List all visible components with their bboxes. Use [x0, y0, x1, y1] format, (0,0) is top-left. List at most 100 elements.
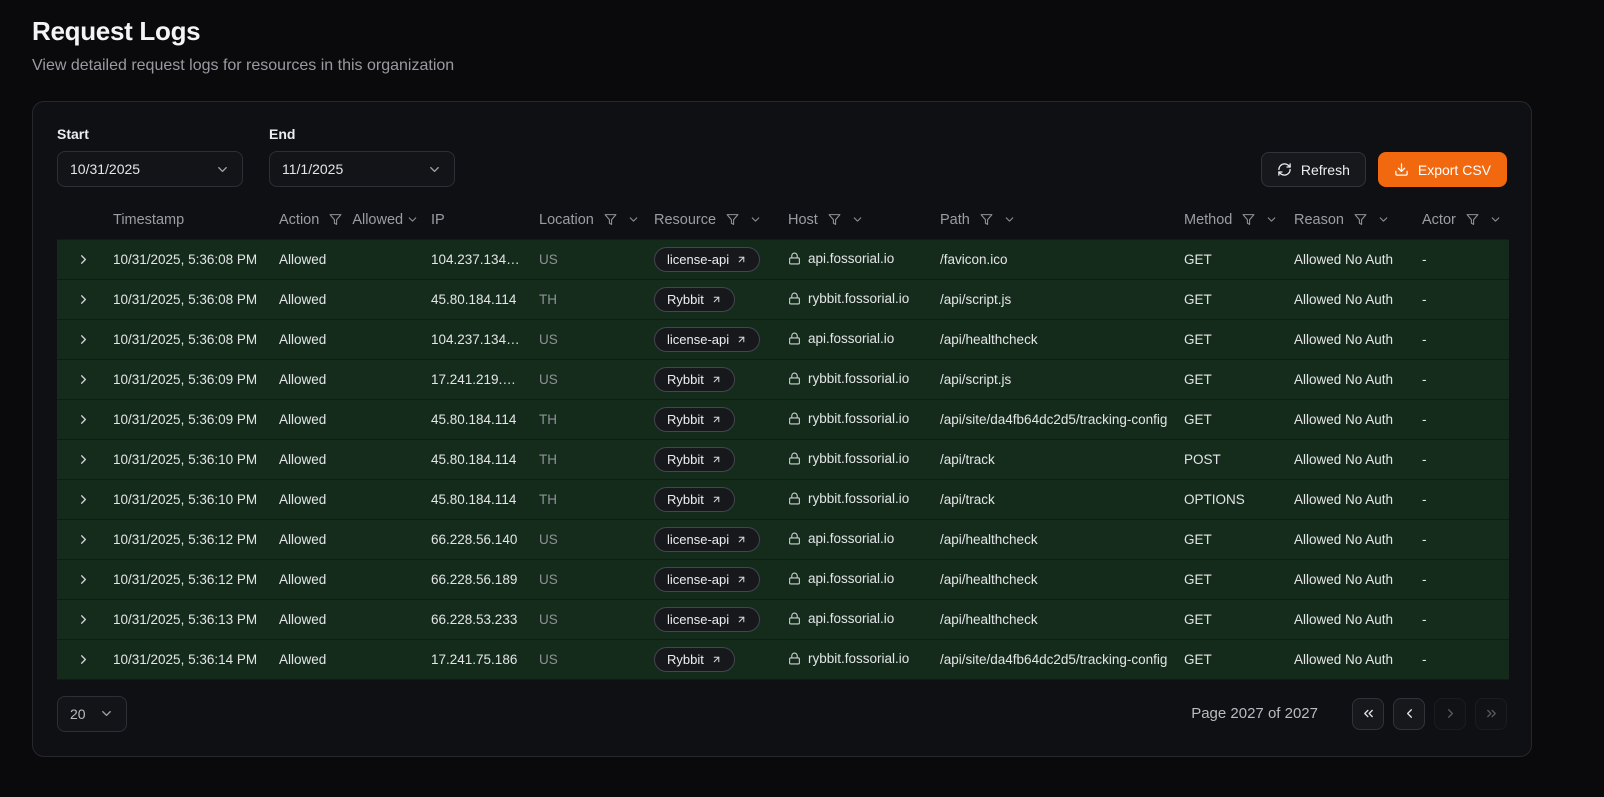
filter-icon[interactable]	[604, 213, 617, 226]
resource-badge[interactable]: Rybbit	[654, 487, 735, 512]
refresh-button-label: Refresh	[1301, 162, 1350, 178]
prev-page-button[interactable]	[1393, 698, 1425, 730]
resource-badge[interactable]: Rybbit	[654, 367, 735, 392]
chevron-down-icon[interactable]	[1265, 213, 1278, 226]
expand-row-button[interactable]	[71, 647, 95, 671]
resource-badge[interactable]: Rybbit	[654, 407, 735, 432]
table-row[interactable]: 10/31/2025, 5:36:12 PM Allowed 66.228.56…	[57, 519, 1509, 559]
ip-cell: 45.80.184.114	[423, 479, 531, 519]
resource-badge[interactable]: license-api	[654, 607, 760, 632]
timestamp-cell: 10/31/2025, 5:36:09 PM	[105, 359, 271, 399]
chevron-down-icon[interactable]	[627, 213, 640, 226]
chevron-down-icon[interactable]	[851, 213, 864, 226]
start-date-field: Start 10/31/2025	[57, 126, 243, 187]
end-date-select[interactable]: 11/1/2025	[269, 151, 455, 187]
chevron-right-icon	[76, 412, 91, 427]
host-label: rybbit.fossorial.io	[808, 651, 909, 666]
col-reason: Reason	[1286, 201, 1414, 239]
chevron-down-icon[interactable]	[749, 213, 762, 226]
refresh-button[interactable]: Refresh	[1261, 152, 1366, 187]
resource-cell: license-api	[646, 239, 780, 279]
resource-badge[interactable]: Rybbit	[654, 287, 735, 312]
filter-icon[interactable]	[329, 213, 342, 226]
ip-cell: 17.241.219.191	[423, 359, 531, 399]
resource-badge[interactable]: license-api	[654, 247, 760, 272]
host-cell: rybbit.fossorial.io	[780, 279, 932, 319]
filter-icon[interactable]	[828, 213, 841, 226]
reason-cell: Allowed No Auth	[1286, 479, 1414, 519]
col-path-label: Path	[940, 212, 970, 228]
method-cell: GET	[1176, 519, 1286, 559]
action-cell: Allowed	[271, 319, 423, 359]
filter-icon[interactable]	[1466, 213, 1479, 226]
path-cell: /api/site/da4fb64dc2d5/tracking-config	[932, 399, 1176, 439]
timestamp-cell: 10/31/2025, 5:36:10 PM	[105, 439, 271, 479]
resource-badge[interactable]: license-api	[654, 327, 760, 352]
first-page-button[interactable]	[1352, 698, 1384, 730]
timestamp-cell: 10/31/2025, 5:36:09 PM	[105, 399, 271, 439]
resource-cell: Rybbit	[646, 399, 780, 439]
resource-badge[interactable]: license-api	[654, 567, 760, 592]
col-actor-label: Actor	[1422, 212, 1456, 228]
col-timestamp: Timestamp	[105, 201, 271, 239]
filter-icon[interactable]	[980, 213, 993, 226]
resource-cell: license-api	[646, 559, 780, 599]
table-row[interactable]: 10/31/2025, 5:36:10 PM Allowed 45.80.184…	[57, 439, 1509, 479]
col-host: Host	[780, 201, 932, 239]
table-row[interactable]: 10/31/2025, 5:36:09 PM Allowed 17.241.21…	[57, 359, 1509, 399]
host-cell: api.fossorial.io	[780, 319, 932, 359]
reason-cell: Allowed No Auth	[1286, 319, 1414, 359]
table-row[interactable]: 10/31/2025, 5:36:14 PM Allowed 17.241.75…	[57, 639, 1509, 679]
expand-row-button[interactable]	[71, 327, 95, 351]
host-label: rybbit.fossorial.io	[808, 491, 909, 506]
expand-row-button[interactable]	[71, 567, 95, 591]
ip-cell: 17.241.75.186	[423, 639, 531, 679]
start-date-select[interactable]: 10/31/2025	[57, 151, 243, 187]
page-size-select[interactable]: 20	[57, 696, 127, 732]
resource-badge-label: Rybbit	[667, 452, 704, 467]
last-page-button[interactable]	[1475, 698, 1507, 730]
expand-row-button[interactable]	[71, 287, 95, 311]
col-reason-label: Reason	[1294, 212, 1344, 228]
table-row[interactable]: 10/31/2025, 5:36:08 PM Allowed 104.237.1…	[57, 319, 1509, 359]
expand-row-button[interactable]	[71, 487, 95, 511]
resource-badge[interactable]: Rybbit	[654, 447, 735, 472]
expand-row-button[interactable]	[71, 247, 95, 271]
col-method-label: Method	[1184, 212, 1232, 228]
filter-icon[interactable]	[726, 213, 739, 226]
table-header: Timestamp Action Allowed	[57, 201, 1509, 239]
table-row[interactable]: 10/31/2025, 5:36:09 PM Allowed 45.80.184…	[57, 399, 1509, 439]
expand-row-button[interactable]	[71, 447, 95, 471]
expand-row-button[interactable]	[71, 367, 95, 391]
expand-row-button[interactable]	[71, 527, 95, 551]
table-row[interactable]: 10/31/2025, 5:36:12 PM Allowed 66.228.56…	[57, 559, 1509, 599]
table-row[interactable]: 10/31/2025, 5:36:13 PM Allowed 66.228.53…	[57, 599, 1509, 639]
chevron-down-icon[interactable]	[1489, 213, 1502, 226]
action-filter-dropdown[interactable]: Allowed	[352, 212, 419, 228]
filter-icon[interactable]	[1242, 213, 1255, 226]
chevron-down-icon[interactable]	[1003, 213, 1016, 226]
table-row[interactable]: 10/31/2025, 5:36:08 PM Allowed 104.237.1…	[57, 239, 1509, 279]
next-page-button[interactable]	[1434, 698, 1466, 730]
actor-cell: -	[1414, 319, 1509, 359]
lock-icon	[788, 372, 801, 385]
location-cell: US	[531, 559, 646, 599]
table-row[interactable]: 10/31/2025, 5:36:10 PM Allowed 45.80.184…	[57, 479, 1509, 519]
host-label: api.fossorial.io	[808, 251, 894, 266]
resource-badge[interactable]: license-api	[654, 527, 760, 552]
resource-badge-label: Rybbit	[667, 412, 704, 427]
filter-icon[interactable]	[1354, 213, 1367, 226]
location-cell: TH	[531, 479, 646, 519]
expand-row-button[interactable]	[71, 407, 95, 431]
host-label: rybbit.fossorial.io	[808, 451, 909, 466]
chevron-down-icon[interactable]	[1377, 213, 1390, 226]
logs-card: Start 10/31/2025 End 11/1/2025	[32, 101, 1532, 757]
resource-badge-label: license-api	[667, 532, 729, 547]
resource-badge[interactable]: Rybbit	[654, 647, 735, 672]
lock-icon	[788, 492, 801, 505]
export-csv-button[interactable]: Export CSV	[1378, 152, 1507, 187]
page-size-value: 20	[70, 706, 86, 722]
expand-row-button[interactable]	[71, 607, 95, 631]
table-row[interactable]: 10/31/2025, 5:36:08 PM Allowed 45.80.184…	[57, 279, 1509, 319]
expand-cell	[57, 639, 105, 679]
